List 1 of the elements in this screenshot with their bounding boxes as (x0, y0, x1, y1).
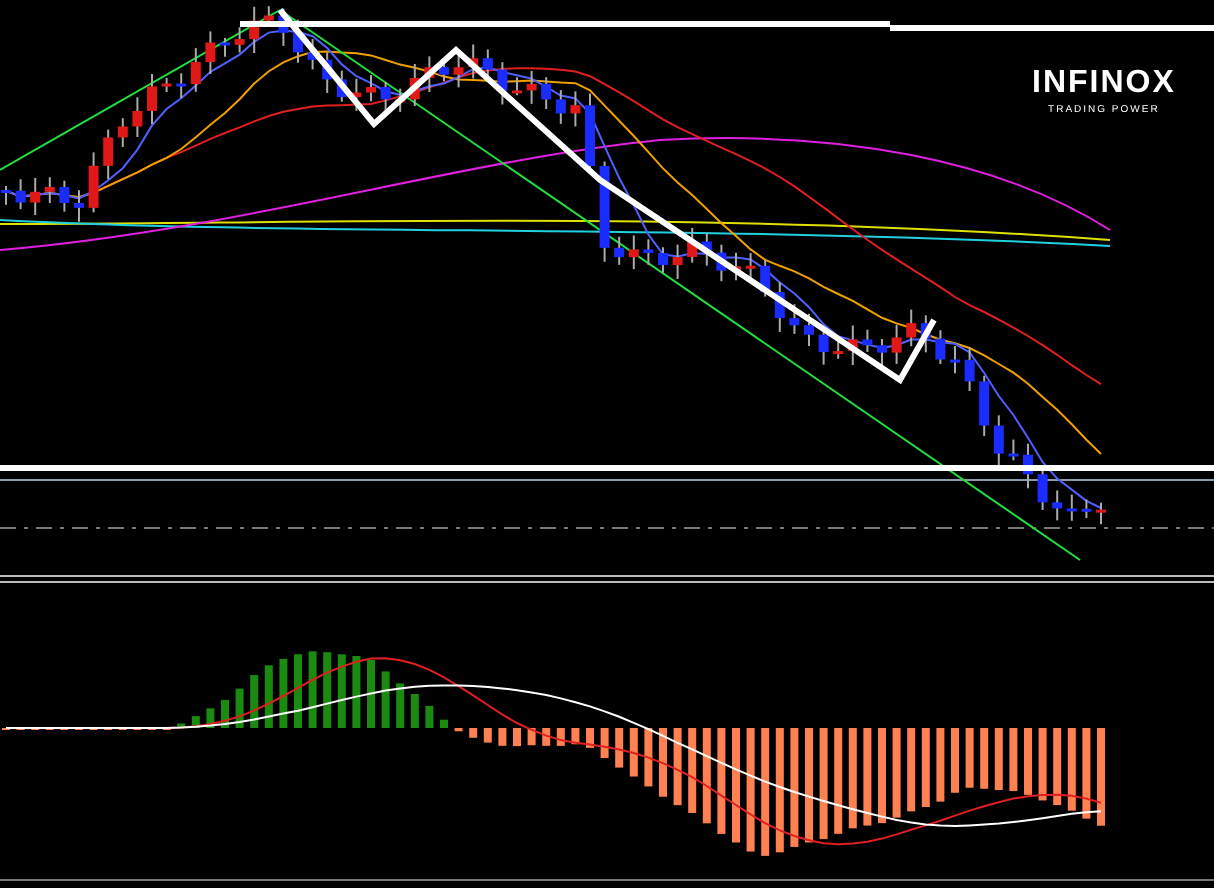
logo-text: INFINOX (1032, 66, 1176, 102)
